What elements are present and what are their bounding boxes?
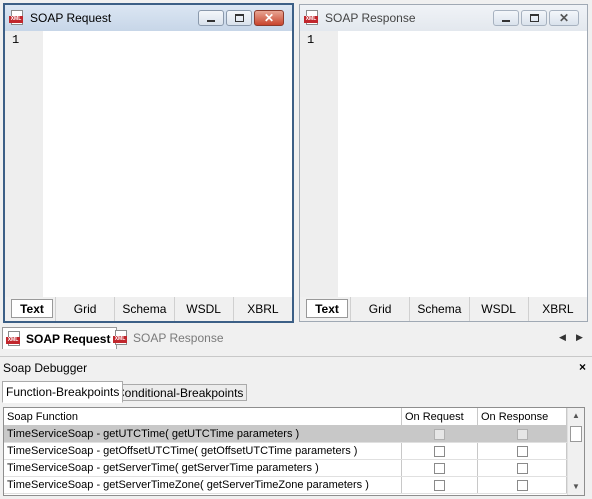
view-tab-xbrl[interactable]: XBRL <box>232 297 292 321</box>
soap-debugger-panel: Soap Debugger × Function-Breakpoints Con… <box>0 356 592 499</box>
table-row[interactable]: TimeServiceSoap - getUTCTime( getUTCTime… <box>4 426 567 443</box>
doc-tab-label: SOAP Request <box>26 331 111 346</box>
minimize-icon <box>207 20 215 22</box>
on-response-checkbox[interactable] <box>516 479 528 491</box>
table-row[interactable]: TimeServiceSoap - getServerTimeZone( get… <box>4 477 567 494</box>
table-row[interactable]: TimeServiceSoap - getServerTime( getServ… <box>4 460 567 477</box>
line-number-gutter: 1 <box>300 31 338 297</box>
on-response-checkbox[interactable] <box>516 462 528 474</box>
window-title: SOAP Request <box>30 11 112 25</box>
line-number-gutter: 1 <box>5 31 43 297</box>
line-number: 1 <box>12 33 20 47</box>
maximize-button[interactable] <box>226 10 252 26</box>
on-request-checkbox[interactable] <box>434 428 445 440</box>
panel-close-icon[interactable]: × <box>579 360 586 374</box>
xml-document-icon: XML <box>113 330 129 346</box>
view-tab-grid[interactable]: Grid <box>55 297 114 321</box>
view-tab-text[interactable]: Text <box>11 299 53 318</box>
breakpoints-table: Soap Function On Request On Response Tim… <box>3 407 585 496</box>
view-tab-grid[interactable]: Grid <box>350 297 409 321</box>
scroll-left-icon[interactable]: ◀ <box>559 332 566 343</box>
minimize-button[interactable] <box>493 10 519 26</box>
on-request-cell <box>402 426 478 442</box>
column-header-on-request[interactable]: On Request <box>402 408 478 425</box>
scroll-down-icon[interactable]: ▼ <box>572 482 580 491</box>
request-view-tabs: Text Grid Schema WSDL XBRL <box>5 297 292 321</box>
on-request-cell <box>402 443 478 459</box>
soap-request-titlebar[interactable]: XML SOAP Request ✕ <box>5 5 292 31</box>
scroll-up-icon[interactable]: ▲ <box>572 411 580 420</box>
column-header-soap-function[interactable]: Soap Function <box>4 408 402 425</box>
on-request-checkbox[interactable] <box>434 445 445 457</box>
close-button[interactable]: ✕ <box>549 10 579 26</box>
vertical-scrollbar[interactable]: ▲ ▼ <box>567 408 584 495</box>
window-title: SOAP Response <box>325 11 416 25</box>
request-text-editor[interactable]: 1 <box>5 31 292 297</box>
minimize-icon <box>502 20 510 22</box>
column-header-on-response[interactable]: On Response <box>478 408 567 425</box>
scroll-thumb[interactable] <box>570 426 582 442</box>
soap-request-window[interactable]: XML SOAP Request ✕ 1 Text Grid Schema WS… <box>3 3 294 323</box>
function-cell: TimeServiceSoap - getServerTimeZone( get… <box>4 477 402 493</box>
minimize-button[interactable] <box>198 10 224 26</box>
on-response-cell <box>478 460 567 476</box>
doc-tab-soap-response[interactable]: XML SOAP Response <box>110 327 230 349</box>
xml-document-icon: XML <box>6 330 22 347</box>
function-cell: TimeServiceSoap - getServerTime( getServ… <box>4 460 402 476</box>
panel-title: Soap Debugger <box>3 361 88 375</box>
close-button[interactable]: ✕ <box>254 10 284 26</box>
response-text-editor[interactable]: 1 <box>300 31 587 297</box>
table-row[interactable]: TimeServiceSoap - getOffsetUTCTime( getO… <box>4 443 567 460</box>
app-root: XML SOAP Request ✕ 1 Text Grid Schema WS… <box>0 0 592 499</box>
view-tab-schema[interactable]: Schema <box>409 297 468 321</box>
line-number: 1 <box>307 33 315 47</box>
table-body: TimeServiceSoap - getUTCTime( getUTCTime… <box>4 426 567 494</box>
on-response-checkbox[interactable] <box>516 445 528 457</box>
tab-conditional-breakpoints[interactable]: Conditional-Breakpoints <box>112 384 248 401</box>
on-response-cell <box>478 477 567 493</box>
table-header: Soap Function On Request On Response <box>4 408 567 426</box>
doc-tab-label: SOAP Response <box>133 331 224 345</box>
doc-tab-soap-request[interactable]: XML SOAP Request <box>2 327 118 349</box>
view-tab-xbrl[interactable]: XBRL <box>527 297 587 321</box>
xml-document-icon: XML <box>304 10 320 26</box>
maximize-icon <box>234 14 244 22</box>
view-tab-wsdl[interactable]: WSDL <box>173 297 233 321</box>
function-cell: TimeServiceSoap - getUTCTime( getUTCTime… <box>4 426 402 442</box>
scroll-right-icon[interactable]: ▶ <box>576 332 583 343</box>
function-cell: TimeServiceSoap - getOffsetUTCTime( getO… <box>4 443 402 459</box>
document-tab-strip: XML SOAP Request XML SOAP Response ◀ ▶ <box>0 326 592 350</box>
tab-function-breakpoints[interactable]: Function-Breakpoints <box>2 381 124 403</box>
soap-response-window[interactable]: XML SOAP Response ✕ 1 Text Grid Schema W… <box>299 4 588 322</box>
close-icon: ✕ <box>558 11 570 25</box>
on-response-cell <box>478 443 567 459</box>
on-response-cell <box>478 426 567 442</box>
response-view-tabs: Text Grid Schema WSDL XBRL <box>300 297 587 321</box>
on-request-checkbox[interactable] <box>434 462 445 474</box>
view-tab-schema[interactable]: Schema <box>114 297 173 321</box>
soap-response-titlebar[interactable]: XML SOAP Response ✕ <box>300 5 587 31</box>
view-tab-wsdl[interactable]: WSDL <box>468 297 528 321</box>
maximize-icon <box>529 14 539 22</box>
maximize-button[interactable] <box>521 10 547 26</box>
on-request-cell <box>402 477 478 493</box>
close-icon: ✕ <box>263 11 275 25</box>
xml-document-icon: XML <box>9 10 25 26</box>
view-tab-text[interactable]: Text <box>306 299 348 318</box>
on-response-checkbox[interactable] <box>516 428 528 440</box>
on-request-checkbox[interactable] <box>434 479 445 491</box>
on-request-cell <box>402 460 478 476</box>
